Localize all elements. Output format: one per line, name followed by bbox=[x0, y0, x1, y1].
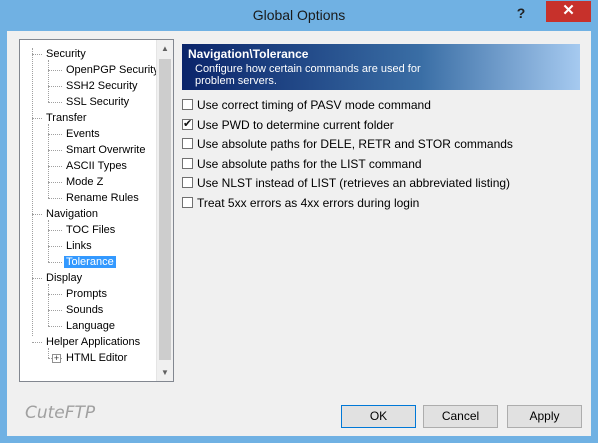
tree-navigation[interactable]: Navigation bbox=[44, 206, 100, 222]
tree-tolerance[interactable]: Tolerance bbox=[64, 254, 116, 270]
tree-connector bbox=[32, 214, 42, 215]
tree-helper-applications[interactable]: Helper Applications bbox=[44, 334, 142, 350]
tree-smart-overwrite[interactable]: Smart Overwrite bbox=[64, 142, 147, 158]
tree-node-label: TOC Files bbox=[66, 224, 116, 236]
tree-html-editor[interactable]: HTML Editor bbox=[64, 350, 129, 366]
tree-toc-files[interactable]: TOC Files bbox=[64, 222, 117, 238]
tree-openpgp-security[interactable]: OpenPGP Security bbox=[64, 62, 161, 78]
tree-prompts[interactable]: Prompts bbox=[64, 286, 109, 302]
close-button[interactable]: ✕ bbox=[546, 1, 591, 22]
tree-node-label: Mode Z bbox=[66, 176, 104, 188]
tree-connector bbox=[48, 102, 62, 103]
ok-button[interactable]: OK bbox=[341, 405, 416, 428]
tree-connector bbox=[48, 230, 62, 231]
checkbox[interactable]: ✔ bbox=[182, 119, 193, 130]
tree-branch-line bbox=[48, 124, 49, 198]
tree-branch-line bbox=[48, 220, 49, 262]
tree-connector bbox=[48, 326, 62, 327]
tree-content: Security OpenPGP Security SSH2 Security SSL… bbox=[20, 40, 159, 381]
tree-node-label: Links bbox=[66, 240, 92, 252]
checkbox[interactable] bbox=[182, 197, 193, 208]
global-options-window: Global Options ? ✕ Security OpenPGP Secur… bbox=[0, 0, 598, 443]
tree-node-label: Rename Rules bbox=[66, 192, 139, 204]
tree-security[interactable]: Security bbox=[44, 46, 88, 62]
tree-node-label: Sounds bbox=[66, 304, 104, 316]
option-label: Use absolute paths for the LIST command bbox=[197, 157, 422, 171]
tree-connector bbox=[48, 198, 62, 199]
tree-mode-z[interactable]: Mode Z bbox=[64, 174, 105, 190]
section-title: Navigation\Tolerance bbox=[188, 47, 309, 61]
tree-connector bbox=[48, 166, 62, 167]
scroll-thumb[interactable] bbox=[159, 59, 171, 360]
window-title: Global Options bbox=[252, 7, 346, 23]
cancel-button[interactable]: Cancel bbox=[423, 405, 498, 428]
tree-node-label: Security bbox=[46, 48, 86, 60]
checkbox[interactable] bbox=[182, 177, 193, 188]
option-label: Use PWD to determine current folder bbox=[197, 118, 394, 132]
help-button[interactable]: ? bbox=[510, 2, 532, 24]
tree-transfer[interactable]: Transfer bbox=[44, 110, 89, 126]
tree-node-label: Helper Applications bbox=[46, 336, 141, 348]
tree-links[interactable]: Links bbox=[64, 238, 94, 254]
tree-node-label: Language bbox=[66, 320, 115, 332]
tree-language[interactable]: Language bbox=[64, 318, 117, 334]
tree-node-label: Transfer bbox=[46, 112, 87, 124]
expand-icon[interactable]: + bbox=[52, 354, 61, 363]
tree-connector bbox=[48, 262, 62, 263]
tree-connector bbox=[48, 294, 62, 295]
tree-connector bbox=[32, 278, 42, 279]
tree-connector bbox=[48, 86, 62, 87]
option-label: Use NLST instead of LIST (retrieves an a… bbox=[197, 176, 511, 190]
tree-node-label: Navigation bbox=[46, 208, 98, 220]
scroll-up-arrow-icon[interactable]: ▲ bbox=[157, 40, 173, 57]
cuteftp-logo: CuteFTP bbox=[25, 403, 96, 423]
tree-node-label: ASCII Types bbox=[66, 160, 127, 172]
dialog-client-area: Security OpenPGP Security SSH2 Security SSL… bbox=[7, 31, 591, 436]
tree-branch-line bbox=[48, 348, 49, 358]
tree-sounds[interactable]: Sounds bbox=[64, 302, 105, 318]
tree-connector bbox=[32, 118, 42, 119]
tree-node-label: Display bbox=[46, 272, 83, 284]
tree-root-line bbox=[32, 48, 33, 336]
checkbox[interactable] bbox=[182, 99, 193, 110]
options-tree[interactable]: Security OpenPGP Security SSH2 Security SSL… bbox=[19, 39, 174, 382]
checkbox[interactable] bbox=[182, 138, 193, 149]
tree-connector bbox=[48, 150, 62, 151]
tree-node-label: OpenPGP Security bbox=[66, 64, 159, 76]
tree-node-label: Events bbox=[66, 128, 100, 140]
tree-ssl-security[interactable]: SSL Security bbox=[64, 94, 131, 110]
tree-branch-line bbox=[48, 284, 49, 326]
tree-branch-line bbox=[48, 60, 49, 102]
checkbox[interactable] bbox=[182, 158, 193, 169]
tree-node-label: SSH2 Security bbox=[66, 80, 138, 92]
section-description: Configure how certain commands are used … bbox=[195, 63, 421, 87]
tree-scrollbar[interactable]: ▲ ▼ bbox=[156, 40, 173, 381]
apply-button[interactable]: Apply bbox=[507, 405, 582, 428]
tree-connector bbox=[48, 134, 62, 135]
tree-display[interactable]: Display bbox=[44, 270, 84, 286]
option-label: Use absolute paths for DELE, RETR and ST… bbox=[197, 137, 513, 151]
tree-ascii-types[interactable]: ASCII Types bbox=[64, 158, 129, 174]
tree-node-label: Smart Overwrite bbox=[66, 144, 146, 156]
tree-connector bbox=[48, 246, 62, 247]
tree-ssh2-security[interactable]: SSH2 Security bbox=[64, 78, 140, 94]
tree-connector bbox=[32, 54, 42, 55]
option-label: Treat 5xx errors as 4xx errors during lo… bbox=[197, 196, 420, 210]
tree-connector bbox=[48, 310, 62, 311]
tree-connector bbox=[48, 182, 62, 183]
tree-node-label: Prompts bbox=[66, 288, 107, 300]
tree-rename-rules[interactable]: Rename Rules bbox=[64, 190, 141, 206]
tree-node-label: SSL Security bbox=[66, 96, 130, 108]
tree-node-label: HTML Editor bbox=[66, 352, 128, 364]
scroll-down-arrow-icon[interactable]: ▼ bbox=[157, 364, 173, 381]
tree-node-label: Tolerance bbox=[64, 256, 116, 268]
section-header-banner: Navigation\Tolerance Configure how certa… bbox=[182, 44, 580, 90]
option-label: Use correct timing of PASV mode command bbox=[197, 98, 431, 112]
tree-connector bbox=[48, 70, 62, 71]
title-bar[interactable]: Global Options ? ✕ bbox=[0, 0, 598, 31]
tree-events[interactable]: Events bbox=[64, 126, 102, 142]
tree-connector bbox=[32, 342, 42, 343]
